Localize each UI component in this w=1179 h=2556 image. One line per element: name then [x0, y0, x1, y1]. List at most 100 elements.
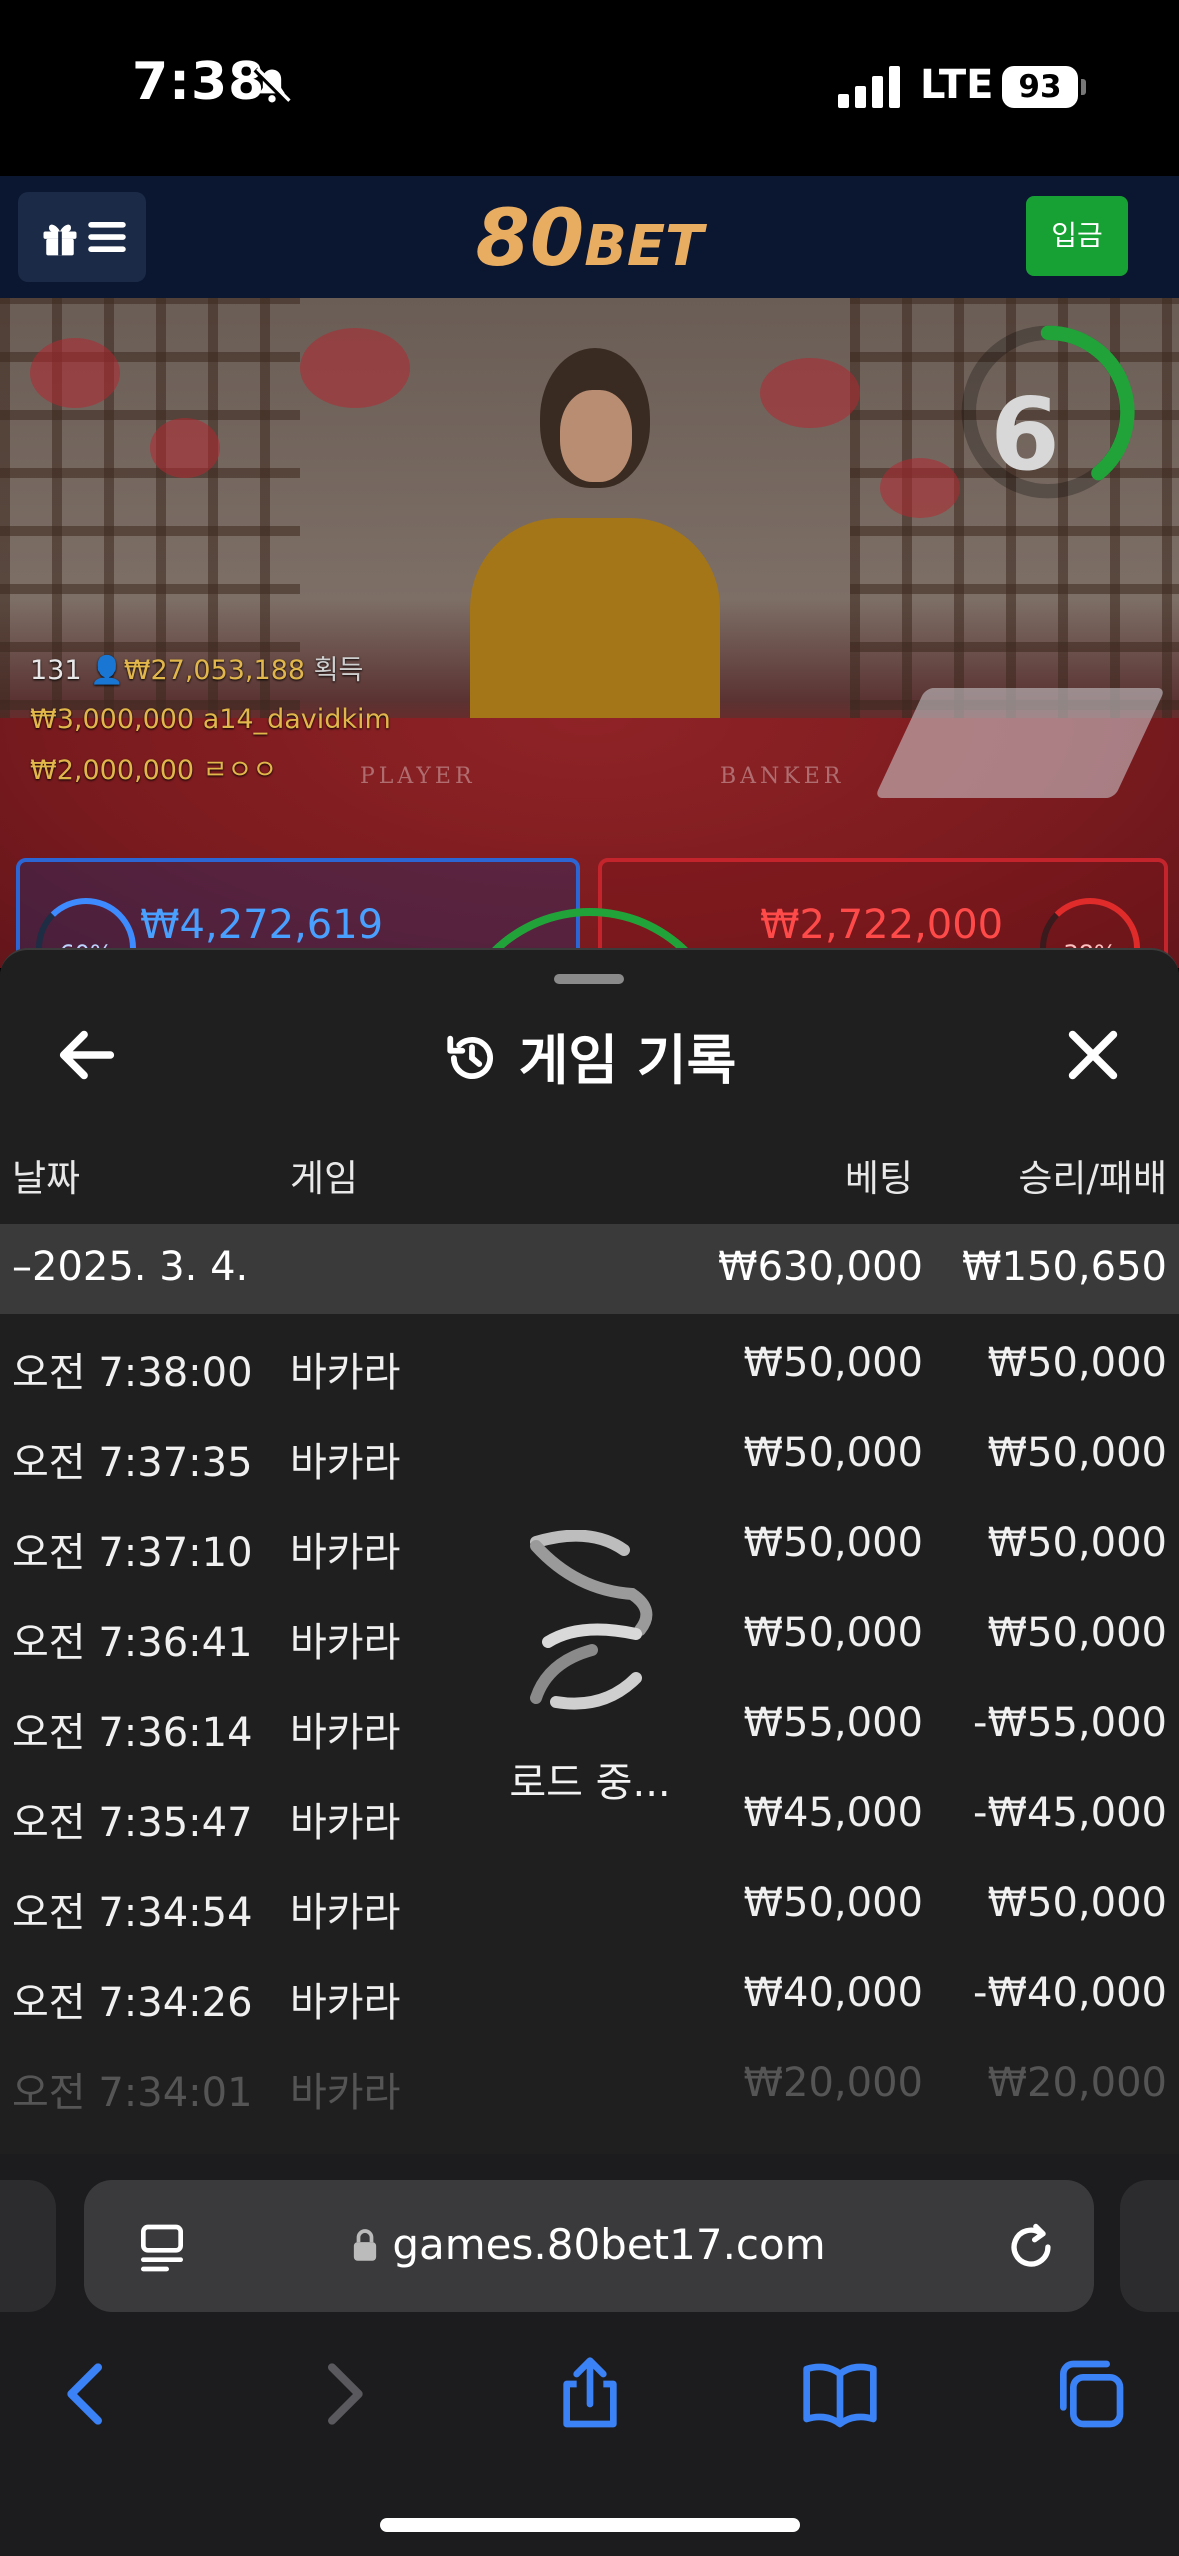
dealer-face — [560, 390, 632, 482]
banker-total: ₩2,722,000 — [760, 902, 1004, 948]
winner-name: a14_davidkim — [202, 704, 391, 735]
back-icon[interactable] — [48, 2354, 128, 2434]
live-video: PLAYER BANKER 6 131 👤₩27,053,188 획득 ₩3,0… — [0, 298, 1179, 968]
countdown-number: 6 — [990, 376, 1060, 493]
row-bet: ₩55,000 — [743, 1700, 923, 1746]
row-bet: ₩50,000 — [743, 1340, 923, 1386]
row-bet: ₩50,000 — [743, 1430, 923, 1476]
sheet-grabber[interactable] — [554, 974, 624, 984]
row-time: 오전 7:34:54 — [12, 1890, 253, 1936]
history-row[interactable]: 오전 7:34:54 바카라 ₩50,000 ₩50,000 — [0, 1854, 1179, 1944]
day-win-total: ₩150,650 — [962, 1244, 1167, 1290]
row-time: 오전 7:35:47 — [12, 1800, 253, 1846]
won-label: 획득 — [313, 655, 364, 686]
column-header-date: 날짜 — [12, 1157, 81, 1200]
row-time: 오전 7:37:35 — [12, 1440, 253, 1486]
felt-player-label: PLAYER — [360, 764, 476, 789]
column-header-bet: 베팅 — [844, 1157, 913, 1200]
day-bet-total: ₩630,000 — [718, 1244, 923, 1290]
url-text: games.80bet17.com — [392, 2220, 826, 2269]
address-bar[interactable]: games.80bet17.com — [84, 2180, 1094, 2312]
winner-row: ₩3,000,000 a14_davidkim — [30, 704, 391, 735]
url-display[interactable]: games.80bet17.com — [84, 2220, 1094, 2269]
row-game: 바카라 — [290, 1710, 401, 1756]
winner-row: ₩2,000,000 ㄹㅇㅇ — [30, 748, 277, 787]
row-result: -₩45,000 — [973, 1790, 1167, 1836]
row-time: 오전 7:36:14 — [12, 1710, 253, 1756]
blossom-decoration — [30, 338, 120, 408]
history-row[interactable]: 오전 7:34:26 바카라 ₩40,000 -₩40,000 — [0, 1944, 1179, 2034]
reload-icon[interactable] — [1002, 2218, 1060, 2276]
card-shoe — [874, 688, 1166, 798]
history-row[interactable]: 오전 7:34:01 바카라 ₩20,000 ₩20,000 — [0, 2034, 1179, 2124]
row-bet: ₩40,000 — [743, 1970, 923, 2016]
viewer-count: 131 — [30, 655, 82, 686]
bookmarks-icon[interactable] — [800, 2354, 880, 2434]
row-time: 오전 7:34:26 — [12, 1980, 253, 2026]
row-result: -₩40,000 — [973, 1970, 1167, 2016]
deposit-button[interactable]: 입금 — [1026, 196, 1128, 276]
status-time: 7:38 — [132, 52, 266, 112]
winner-amount: ₩3,000,000 — [30, 704, 195, 735]
row-game: 바카라 — [290, 2070, 401, 2116]
winner-amount: ₩2,000,000 — [30, 755, 195, 786]
loading-text: 로드 중... — [509, 1760, 671, 1806]
history-row[interactable]: 오전 7:38:00 바카라 ₩50,000 ₩50,000 — [0, 1314, 1179, 1404]
winner-name: ㄹㅇㅇ — [202, 755, 278, 786]
row-game: 바카라 — [290, 1620, 401, 1666]
row-result: ₩50,000 — [987, 1610, 1167, 1656]
row-bet: ₩20,000 — [743, 2060, 923, 2106]
share-icon[interactable] — [550, 2354, 630, 2434]
row-time: 오전 7:34:01 — [12, 2070, 253, 2116]
next-tab-preview[interactable] — [1120, 2180, 1179, 2312]
column-header-game: 게임 — [290, 1157, 359, 1200]
row-result: ₩50,000 — [987, 1520, 1167, 1566]
person-icon: 👤 — [90, 655, 124, 686]
battery-icon: 93 — [1002, 66, 1078, 108]
row-result: ₩20,000 — [987, 2060, 1167, 2106]
tabs-icon[interactable] — [1050, 2354, 1130, 2434]
loading-spinner-icon — [530, 1530, 653, 1710]
sheet-title-text: 게임 기록 — [518, 1029, 737, 1092]
blossom-decoration — [760, 358, 860, 428]
felt-banker-label: BANKER — [720, 764, 845, 789]
total-won: ₩27,053,188 — [123, 655, 306, 686]
row-game: 바카라 — [290, 1440, 401, 1486]
row-time: 오전 7:37:10 — [12, 1530, 253, 1576]
row-result: ₩50,000 — [987, 1340, 1167, 1386]
column-header-win-loss: 승리/패배 — [1018, 1157, 1167, 1200]
sheet-title: 게임 기록 — [0, 1016, 1179, 1095]
previous-tab-preview[interactable] — [0, 2180, 56, 2312]
status-bar: 7:38 LTE 93 — [0, 0, 1179, 176]
blossom-decoration — [150, 418, 220, 478]
forward-icon[interactable] — [302, 2354, 382, 2434]
player-total: ₩4,272,619 — [140, 902, 384, 948]
row-bet: ₩45,000 — [743, 1790, 923, 1836]
day-date: –2025. 3. 4. — [12, 1244, 249, 1290]
row-game: 바카라 — [290, 1890, 401, 1936]
row-bet: ₩50,000 — [743, 1520, 923, 1566]
row-game: 바카라 — [290, 1800, 401, 1846]
row-game: 바카라 — [290, 1980, 401, 2026]
row-result: ₩50,000 — [987, 1880, 1167, 1926]
history-list: 오전 7:38:00 바카라 ₩50,000 ₩50,000 오전 7:37:3… — [0, 1314, 1179, 2124]
site-header: 80BET 입금 — [0, 176, 1179, 298]
network-type: LTE — [920, 62, 994, 108]
blossom-decoration — [880, 458, 960, 518]
day-summary-row[interactable]: –2025. 3. 4. ₩630,000 ₩150,650 — [0, 1224, 1179, 1314]
row-time: 오전 7:38:00 — [12, 1350, 253, 1396]
row-result: -₩55,000 — [973, 1700, 1167, 1746]
blossom-decoration — [300, 328, 410, 408]
lock-icon — [354, 2229, 377, 2261]
history-row[interactable]: 오전 7:37:35 바카라 ₩50,000 ₩50,000 — [0, 1404, 1179, 1494]
site-logo[interactable]: 80BET — [0, 194, 1179, 284]
battery-tip — [1081, 79, 1086, 95]
home-indicator[interactable] — [380, 2518, 800, 2532]
close-icon[interactable] — [1058, 1020, 1128, 1090]
game-history-sheet: 게임 기록 날짜 게임 베팅 승리/패배 –2025. 3. 4. ₩630,0… — [0, 948, 1179, 2154]
row-time: 오전 7:36:41 — [12, 1620, 253, 1666]
row-bet: ₩50,000 — [743, 1880, 923, 1926]
row-game: 바카라 — [290, 1530, 401, 1576]
bell-muted-icon — [253, 67, 291, 105]
winners-summary: 131 👤₩27,053,188 획득 — [30, 648, 363, 687]
